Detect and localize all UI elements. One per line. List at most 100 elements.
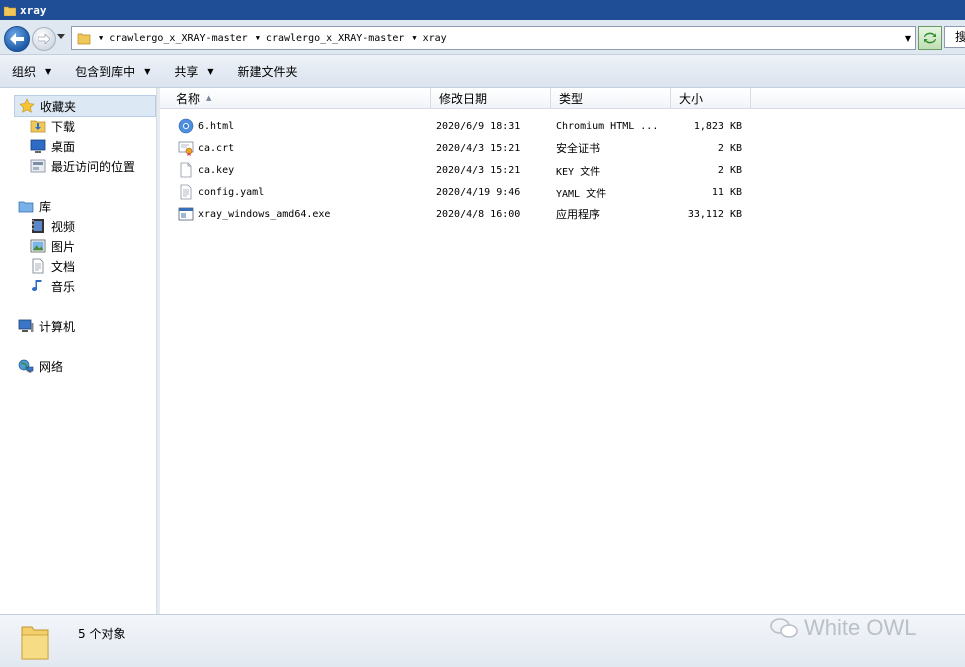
table-row[interactable]: 6.html 2020/6/9 18:31 Chromium HTML ... … [160,115,965,137]
nav-item-label: 下载 [51,119,76,134]
computer-icon [18,319,34,332]
nav-item-desktop[interactable]: 桌面 [30,136,75,156]
file-date: 2020/4/19 9:46 [436,186,521,198]
back-button[interactable] [4,26,30,52]
picture-icon [30,239,46,253]
recent-pages-dropdown[interactable] [57,34,65,40]
breadcrumb-item[interactable]: ▼ crawlergo_x_XRAY-master [248,33,405,44]
command-bar: 组织 ▼ 包含到库中 ▼ 共享 ▼ 新建文件夹 [0,55,965,88]
address-bar: ▼ crawlergo_x_XRAY-master ▼ crawlergo_x_… [0,20,965,55]
chevron-down-icon[interactable]: ▼ [905,34,911,43]
share-button[interactable]: 共享 ▼ [162,59,225,83]
text-file-icon [180,184,192,200]
nav-item-libraries[interactable]: 库 [18,196,51,216]
nav-item-label: 音乐 [51,279,76,294]
table-row[interactable]: xray_windows_amd64.exe 2020/4/8 16:00 应用… [160,203,965,225]
nav-item-computer[interactable]: 计算机 [18,316,75,336]
file-name[interactable]: 6.html [198,121,234,132]
chevron-down-icon[interactable]: ▼ [256,34,260,42]
item-count: 5 个对象 [78,627,126,641]
chevron-down-icon[interactable]: ▼ [412,34,416,42]
table-row[interactable]: ca.crt 2020/4/3 15:21 安全证书 2 KB [160,137,965,159]
chevron-down-icon: ▼ [207,66,214,76]
search-input[interactable]: 搜 [944,26,965,48]
network-icon [18,359,34,373]
recent-places-icon [30,159,46,173]
watermark: White OWL [770,615,916,641]
folder-icon [77,33,91,45]
file-date: 2020/6/9 18:31 [436,120,521,132]
breadcrumb-item[interactable]: ▼ xray [404,33,446,44]
downloads-folder-icon [30,120,46,133]
chevron-down-icon[interactable]: ▼ [99,34,103,42]
nav-item-label: 桌面 [51,139,76,154]
nav-item-label: 库 [39,199,52,214]
new-folder-label: 新建文件夹 [237,64,298,79]
navigation-pane: 收藏夹 下载 桌面 最近访问的位置 库 视频 图片 文档 音乐 计算机 网络 [0,88,157,614]
file-size: 1,823 KB [693,120,742,132]
library-icon [18,201,34,213]
file-name[interactable]: config.yaml [198,187,264,198]
column-header-date[interactable]: 修改日期 [431,88,551,108]
forward-button[interactable] [32,27,56,51]
breadcrumb-label[interactable]: xray [423,33,447,44]
file-type: Chromium HTML ... [556,120,659,132]
column-header-label: 大小 [679,91,704,106]
breadcrumb-item[interactable]: ▼ crawlergo_x_XRAY-master [91,33,248,44]
nav-item-network[interactable]: 网络 [18,356,63,376]
blank-file-icon [180,162,192,178]
column-header-type[interactable]: 类型 [551,88,671,108]
column-header-label: 名称 [176,91,201,106]
nav-item-pictures[interactable]: 图片 [30,236,75,256]
nav-item-videos[interactable]: 视频 [30,216,75,236]
wechat-icon [770,618,798,638]
document-icon [32,258,44,274]
file-type: 安全证书 [556,142,600,155]
breadcrumb-label[interactable]: crawlergo_x_XRAY-master [109,33,247,44]
refresh-icon [924,32,936,44]
star-icon [19,98,35,113]
window-title: xray [20,3,47,17]
column-header-name[interactable]: 名称 ▲ [160,88,431,108]
column-header-label: 类型 [559,91,584,106]
video-icon [32,219,44,233]
column-header-size[interactable]: 大小 [671,88,751,108]
file-date: 2020/4/3 15:21 [436,164,521,176]
share-label: 共享 [174,64,199,79]
breadcrumb-label[interactable]: crawlergo_x_XRAY-master [266,33,404,44]
table-row[interactable]: config.yaml 2020/4/19 9:46 YAML 文件 11 KB [160,181,965,203]
file-name[interactable]: xray_windows_amd64.exe [198,209,330,220]
title-bar: xray [0,0,965,20]
refresh-button[interactable] [918,26,942,50]
file-size: 2 KB [717,142,742,154]
file-name[interactable]: ca.crt [198,143,234,154]
table-row[interactable]: ca.key 2020/4/3 15:21 KEY 文件 2 KB [160,159,965,181]
chromium-html-icon [178,118,194,134]
nav-item-label: 文档 [51,259,76,274]
nav-item-favorites[interactable]: 收藏夹 [14,95,156,117]
file-size: 2 KB [717,164,742,176]
organize-button[interactable]: 组织 ▼ [0,59,63,83]
address-field[interactable]: ▼ crawlergo_x_XRAY-master ▼ crawlergo_x_… [71,26,916,50]
nav-item-documents[interactable]: 文档 [30,256,75,276]
chevron-down-icon: ▼ [45,66,52,76]
include-in-library-button[interactable]: 包含到库中 ▼ [63,59,162,83]
file-list: 名称 ▲ 修改日期 类型 大小 6.html 2020/6/9 18:31 Ch… [160,88,965,614]
file-name[interactable]: ca.key [198,165,234,176]
new-folder-button[interactable]: 新建文件夹 [226,59,310,83]
file-type: 应用程序 [556,208,600,221]
column-headers: 名称 ▲ 修改日期 类型 大小 [160,88,965,109]
nav-item-music[interactable]: 音乐 [30,276,75,296]
file-size: 11 KB [711,186,742,198]
organize-label: 组织 [12,64,37,79]
column-header-label: 修改日期 [439,91,488,106]
nav-item-recent-places[interactable]: 最近访问的位置 [30,156,135,176]
nav-item-label: 收藏夹 [40,99,77,114]
file-type: KEY 文件 [556,166,601,178]
arrow-left-icon [10,33,24,45]
file-size: 33,112 KB [687,208,742,220]
nav-item-label: 最近访问的位置 [51,159,136,174]
nav-item-label: 网络 [39,359,64,374]
file-date: 2020/4/8 16:00 [436,208,521,220]
nav-item-downloads[interactable]: 下载 [30,116,75,136]
